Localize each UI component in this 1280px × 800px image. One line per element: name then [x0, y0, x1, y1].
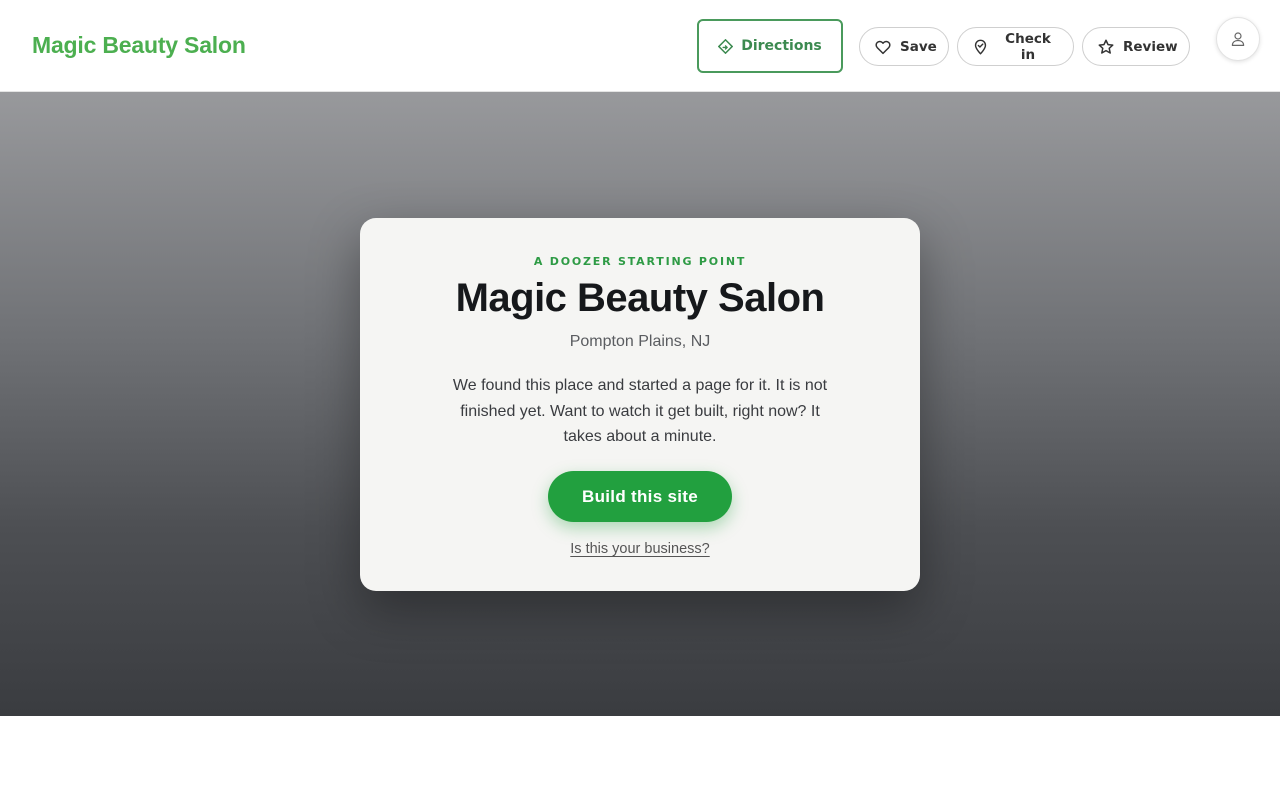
top-bar: Magic Beauty Salon Directions Save Check… [0, 0, 1280, 92]
card-eyebrow: A DOOZER STARTING POINT [533, 255, 747, 268]
heart-icon [875, 40, 891, 54]
business-title: Magic Beauty Salon [455, 276, 825, 320]
claim-business-row: Is this your business? [360, 541, 920, 557]
directions-diamond-icon [718, 38, 734, 54]
user-icon [1231, 32, 1245, 46]
save-label: Save [900, 38, 937, 55]
location-pin-icon [974, 39, 987, 54]
brand-name[interactable]: Magic Beauty Salon [32, 32, 246, 59]
starter-card: A DOOZER STARTING POINT Magic Beauty Sal… [360, 218, 920, 591]
star-icon [1098, 39, 1114, 54]
build-site-button[interactable]: Build this site [548, 471, 732, 522]
directions-label: Directions [741, 38, 822, 54]
check-in-button[interactable]: Check in [957, 27, 1074, 66]
claim-business-link[interactable]: Is this your business? [570, 541, 709, 557]
business-location: Pompton Plains, NJ [569, 333, 711, 350]
directions-button[interactable]: Directions [697, 19, 843, 73]
review-button[interactable]: Review [1082, 27, 1190, 66]
save-button[interactable]: Save [859, 27, 949, 66]
review-label: Review [1123, 38, 1178, 55]
card-description: We found this place and started a page f… [452, 377, 828, 445]
account-avatar-button[interactable] [1216, 17, 1260, 61]
check-in-label: Check in [1005, 30, 1051, 63]
